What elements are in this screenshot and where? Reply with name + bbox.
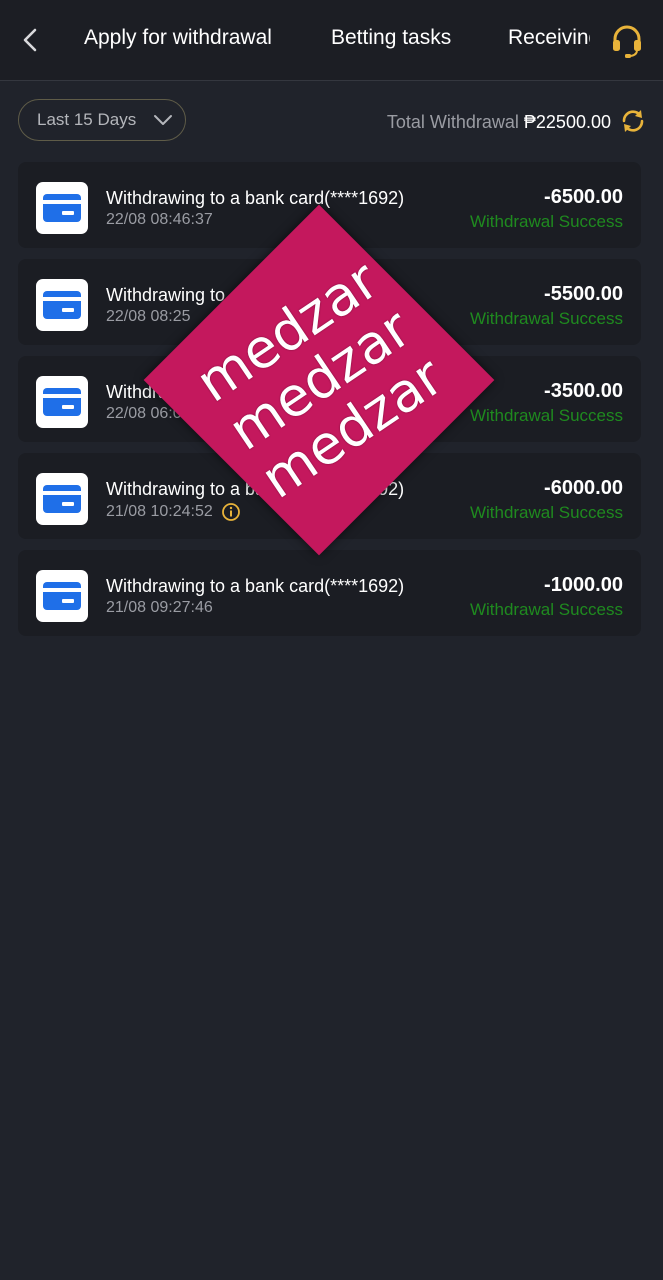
tab-betting-tasks[interactable]: Betting tasks bbox=[331, 26, 451, 50]
transaction-status: Withdrawal Success bbox=[469, 406, 623, 425]
transaction-time: 21/08 09:27:46 bbox=[106, 599, 213, 616]
transaction-amount: -3500.00 bbox=[544, 380, 623, 402]
transaction-row[interactable]: Withdrawing to a bank card(****1692) 21/… bbox=[18, 550, 641, 636]
back-button[interactable] bbox=[12, 22, 48, 58]
transaction-amount: -6500.00 bbox=[544, 186, 623, 208]
bank-card-icon bbox=[36, 279, 88, 331]
transaction-amount: -5500.00 bbox=[544, 283, 623, 305]
transaction-status: Withdrawal Success bbox=[469, 212, 623, 231]
transaction-time: 22/08 06:0 bbox=[106, 405, 182, 422]
info-icon[interactable] bbox=[221, 502, 241, 522]
chevron-left-icon bbox=[23, 28, 37, 52]
chevron-down-icon bbox=[154, 115, 172, 125]
bank-card-icon bbox=[36, 376, 88, 428]
date-range-select[interactable]: Last 15 Days bbox=[18, 99, 186, 141]
transaction-status: Withdrawal Success bbox=[469, 309, 623, 328]
bank-card-icon bbox=[36, 182, 88, 234]
headset-icon bbox=[613, 25, 641, 58]
transaction-time: 22/08 08:46:37 bbox=[106, 211, 213, 228]
transaction-status: Withdrawal Success bbox=[469, 503, 623, 522]
bank-card-icon bbox=[36, 473, 88, 525]
transaction-status: Withdrawal Success bbox=[469, 600, 623, 619]
total-withdrawal-label: Total Withdrawal bbox=[386, 112, 519, 132]
transaction-amount: -1000.00 bbox=[544, 574, 623, 596]
tab-apply-for-withdrawal[interactable]: Apply for withdrawal bbox=[84, 26, 272, 50]
refresh-button[interactable] bbox=[618, 106, 648, 136]
tab-bar: Apply for withdrawal Betting tasks Recei… bbox=[84, 0, 590, 80]
date-range-value: Last 15 Days bbox=[37, 110, 137, 129]
refresh-icon bbox=[622, 110, 644, 132]
tab-receiving[interactable]: Receiving bbox=[508, 26, 590, 50]
transaction-time: 22/08 08:25 bbox=[106, 308, 191, 325]
transaction-title: Withdrawing to a bank card(****1692) bbox=[106, 576, 405, 596]
withdrawal-records-page: Apply for withdrawal Betting tasks Recei… bbox=[0, 0, 663, 1280]
transaction-time: 21/08 10:24:52 bbox=[106, 502, 241, 522]
transaction-amount: -6000.00 bbox=[544, 477, 623, 499]
customer-support-button[interactable] bbox=[606, 20, 648, 62]
transaction-title: Withdrawing to a bank card(****1692) bbox=[106, 188, 405, 208]
total-withdrawal: Total Withdrawal ₱22500.00 bbox=[387, 112, 611, 133]
total-withdrawal-amount: ₱22500.00 bbox=[523, 112, 611, 132]
top-nav-bar: Apply for withdrawal Betting tasks Recei… bbox=[0, 0, 663, 81]
bank-card-icon bbox=[36, 570, 88, 622]
